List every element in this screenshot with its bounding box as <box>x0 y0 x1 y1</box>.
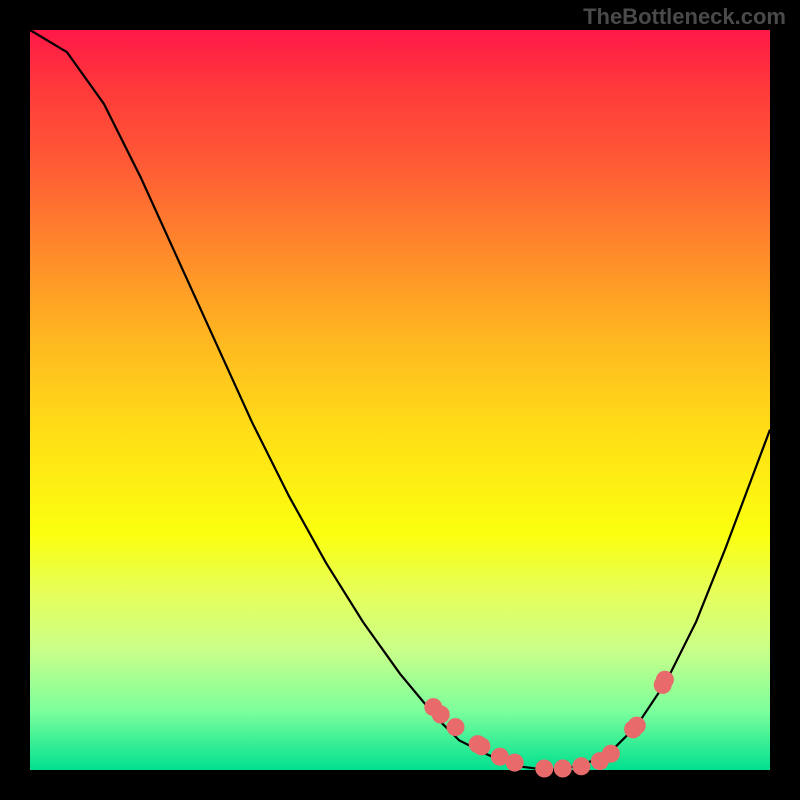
watermark-text: TheBottleneck.com <box>583 4 786 30</box>
curve-marker <box>432 706 450 724</box>
curve-marker <box>602 745 620 763</box>
chart-svg <box>30 30 770 770</box>
curve-marker <box>535 760 553 778</box>
curve-marker <box>472 737 490 755</box>
bottleneck-curve-line <box>30 30 770 770</box>
curve-marker <box>628 717 646 735</box>
curve-marker <box>656 671 674 689</box>
curve-marker <box>572 757 590 775</box>
curve-marker <box>506 754 524 772</box>
curve-marker <box>554 760 572 778</box>
curve-markers-group <box>424 671 674 778</box>
curve-marker <box>447 718 465 736</box>
chart-plot-area <box>30 30 770 770</box>
